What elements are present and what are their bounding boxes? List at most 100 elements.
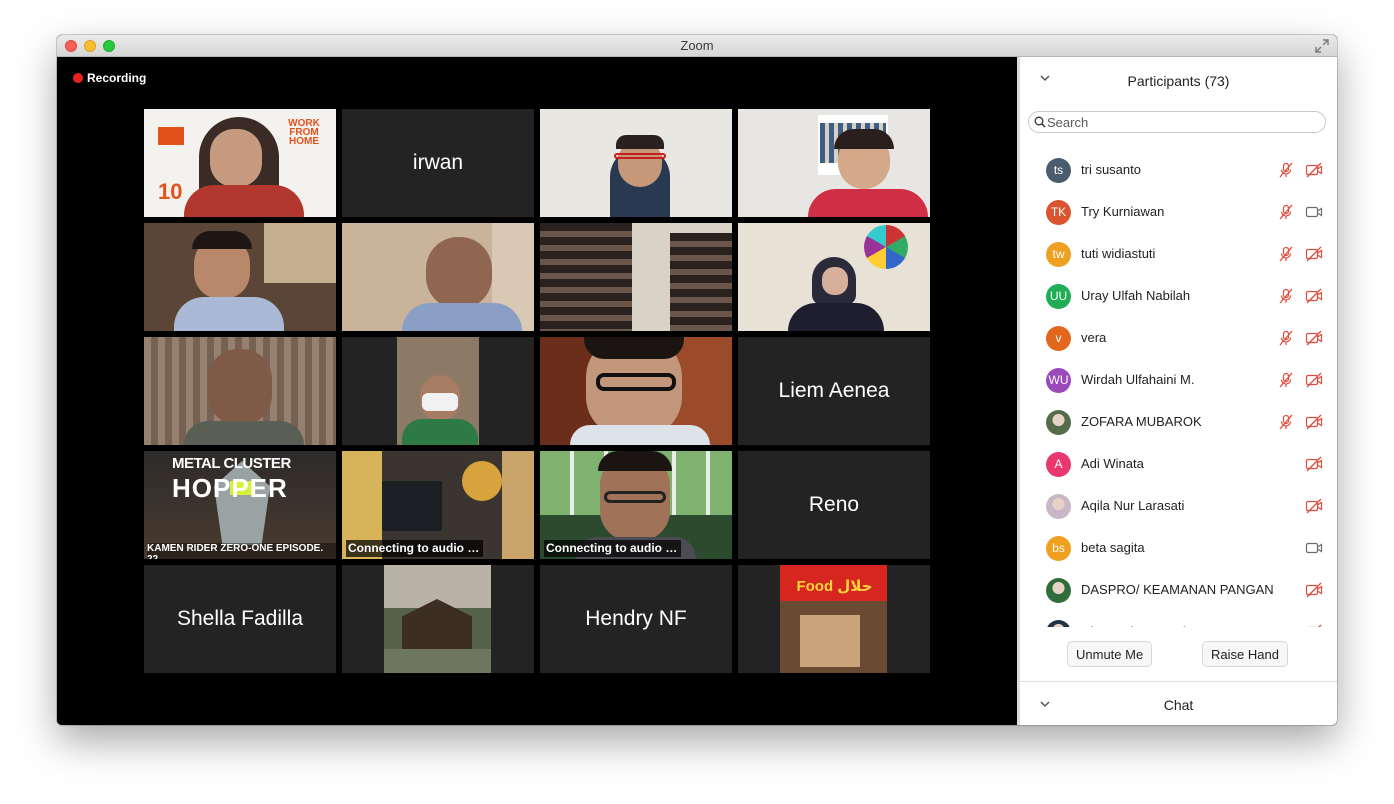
participant-name-label: Liem Aenea [778,379,890,402]
participant-row[interactable]: A Adi Winata [1020,443,1337,485]
participants-panel: Participants (73) ts tri susanto TK Try Kur… [1020,57,1337,725]
video-feed-man-with-headset [540,109,732,217]
chat-header[interactable]: Chat [1020,681,1337,725]
avatar: tw [1046,242,1071,267]
participant-list: ts tri susanto TK Try Kurniawan tw tuti widia… [1020,149,1337,627]
participant-name: vera [1081,330,1107,345]
participants-header: Participants (73) [1020,57,1337,103]
raise-hand-button[interactable]: Raise Hand [1202,641,1288,667]
participant-row[interactable]: v vera [1020,317,1337,359]
camera-off-icon [1305,582,1323,598]
video-tile[interactable]: Connecting to audio … [540,451,732,559]
chat-title: Chat [1163,697,1194,713]
title-bar: Zoom [57,35,1337,57]
participant-row[interactable]: tw tuti widiastuti [1020,233,1337,275]
participant-row[interactable]: ZOFARA MUBAROK [1020,401,1337,443]
video-feed-woman-hijab [738,223,930,331]
video-tile[interactable] [540,109,732,217]
video-tile[interactable]: Food حلال [738,565,930,673]
video-tile[interactable]: WORK FROM HOME 10 [144,109,336,217]
video-tile[interactable] [738,109,930,217]
avatar: bs [1046,536,1071,561]
video-feed-window-blinds [540,223,732,331]
recording-dot-icon [73,73,83,83]
video-tile[interactable]: Reno [738,451,930,559]
participant-name: beta sagita [1081,540,1145,555]
video-tile[interactable] [342,565,534,673]
recording-label: Recording [87,71,147,85]
video-tile[interactable]: Connecting to audio … [342,451,534,559]
camera-off-icon [1305,330,1323,346]
participant-name: DASPRO/ KEAMANAN PANGAN [1081,582,1274,597]
video-feed-man-glasses-room [144,223,336,331]
mic-muted-icon [1278,288,1294,304]
mic-muted-icon [1278,372,1294,388]
search-input[interactable] [1047,114,1317,130]
camera-off-icon [1305,288,1323,304]
video-tile[interactable] [540,223,732,331]
recording-indicator[interactable]: Recording [73,71,146,85]
video-tile[interactable] [738,223,930,331]
video-feed-host-work-from-home-banner: WORK FROM HOME 10 [144,109,336,217]
unmute-me-button[interactable]: Unmute Me [1067,641,1153,667]
participant-name: Try Kurniawan [1081,204,1165,219]
avatar [1046,494,1071,519]
participant-row[interactable]: WU Wirdah Ulfahaini M. [1020,359,1337,401]
fullscreen-icon[interactable] [1315,39,1329,53]
audio-status-caption: Connecting to audio … [544,540,682,557]
video-tile[interactable] [342,337,534,445]
participant-row[interactable]: DASPRO/ KEAMANAN PANGAN [1020,569,1337,611]
avatar: UU [1046,284,1071,309]
participant-name: tuti widiastuti [1081,246,1156,261]
camera-on-icon [1305,540,1323,556]
video-tile[interactable]: METAL CLUSTER HOPPER KAMEN RIDER ZERO-ONE … [144,451,336,559]
participant-row[interactable]: ts tri susanto [1020,149,1337,191]
camera-off-icon [1305,162,1323,178]
avatar [1046,620,1071,627]
avatar [1046,578,1071,603]
camera-off-icon [1305,498,1323,514]
video-tile[interactable]: Shella Fadilla [144,565,336,673]
participant-row[interactable]: bs beta sagita [1020,527,1337,569]
participant-name: Aqila Nur Larasati [1081,498,1185,513]
avatar: v [1046,326,1071,351]
video-feed-man-curtain [144,337,336,445]
participant-row[interactable]: TK Try Kurniawan [1020,191,1337,233]
video-tile[interactable] [540,337,732,445]
participant-row[interactable]: UU Uray Ulfah Nabilah [1020,275,1337,317]
participant-name: Ditya Ardaneswari [1081,624,1186,627]
participant-name: tri susanto [1081,162,1141,177]
camera-off-icon [1305,456,1323,472]
participants-footer: Unmute Me Raise Hand [1020,631,1337,676]
camera-off-icon [1305,624,1323,627]
video-tile[interactable] [342,223,534,331]
avatar: ts [1046,158,1071,183]
mic-muted-icon [1278,330,1294,346]
poster-subtitle: HOPPER [172,473,288,503]
avatar: TK [1046,200,1071,225]
video-tile[interactable]: irwan [342,109,534,217]
video-feed-house-photo [342,565,534,673]
participant-name: Uray Ulfah Nabilah [1081,288,1191,303]
participant-name: Wirdah Ulfahaini M. [1081,372,1195,387]
window-title: Zoom [680,38,714,53]
video-feed-man-looking-down [342,223,534,331]
video-tile[interactable] [144,337,336,445]
mic-muted-icon [1278,414,1294,430]
zoom-window: Zoom Recording WORK FROM HOME 10 irwan Liem A… [57,35,1337,725]
mic-muted-icon [1278,246,1294,262]
participant-row[interactable]: Ditya Ardaneswari [1020,611,1337,627]
video-tile[interactable] [144,223,336,331]
gallery-view: Recording WORK FROM HOME 10 irwan Liem Aenea M… [57,57,1017,725]
camera-off-icon [1305,372,1323,388]
search-box[interactable] [1028,111,1326,133]
video-tile[interactable]: Liem Aenea [738,337,930,445]
participant-name-label: Shella Fadilla [176,607,304,630]
mic-muted-icon [1278,162,1294,178]
video-tile[interactable]: Hendry NF [540,565,732,673]
participant-row[interactable]: Aqila Nur Larasati [1020,485,1337,527]
avatar: A [1046,452,1071,477]
poster-episode: KAMEN RIDER ZERO-ONE EPISODE. 22 [147,543,336,559]
video-feed-woman-glasses-office [738,109,930,217]
participant-name: ZOFARA MUBAROK [1081,414,1202,429]
